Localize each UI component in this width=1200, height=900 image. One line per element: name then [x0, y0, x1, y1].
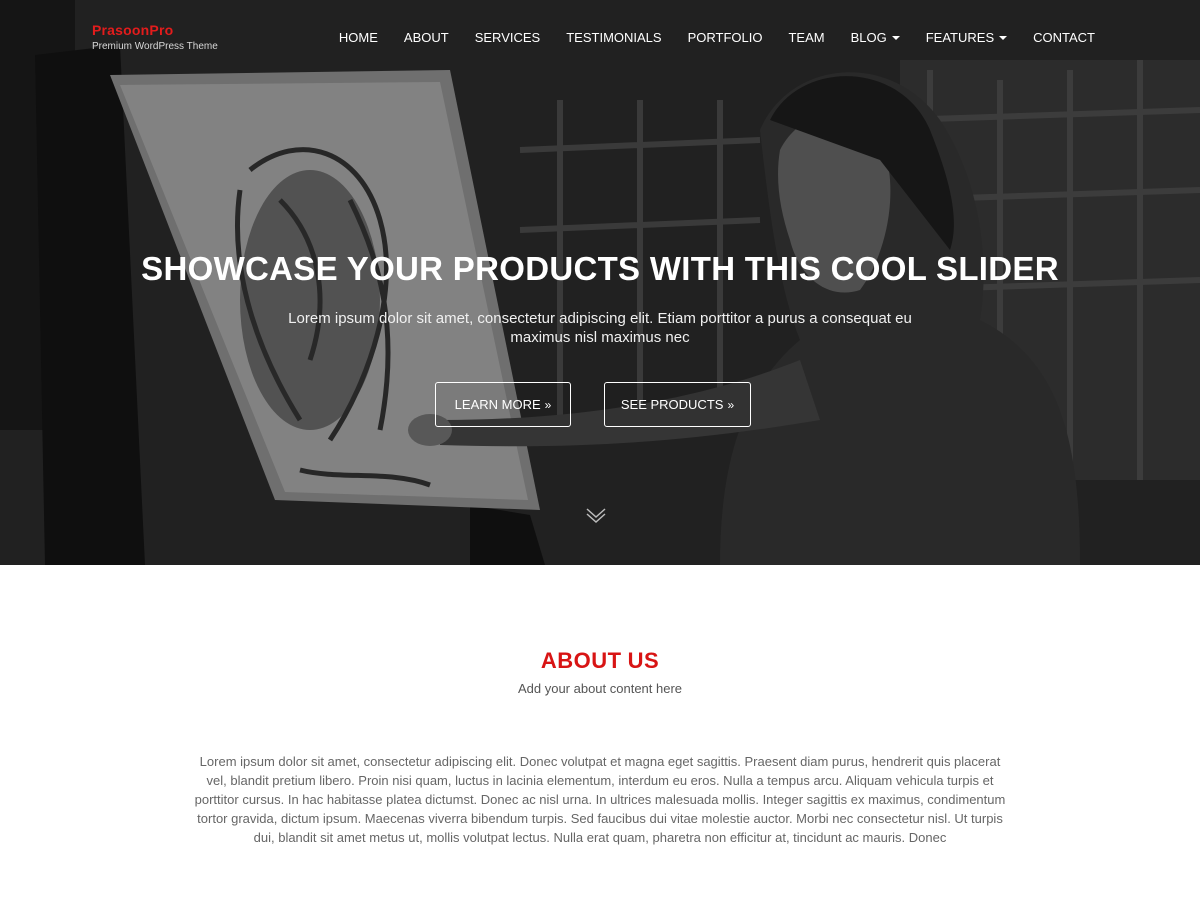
nav-item-label: SERVICES	[474, 30, 541, 45]
about-body-text: Lorem ipsum dolor sit amet, consectetur …	[194, 754, 1006, 845]
nav-item-about[interactable]: ABOUT	[404, 30, 449, 45]
site-name[interactable]: PrasoonPro	[92, 22, 218, 38]
about-heading-bold: ABOUT	[540, 648, 622, 673]
nav-item-testimonials[interactable]: TESTIMONIALS	[566, 30, 661, 45]
learn-more-label: LEARN MORE	[454, 397, 541, 412]
about-subtitle: Add your about content here	[517, 681, 683, 696]
nav-item-services[interactable]: SERVICES	[475, 30, 541, 45]
caret-down-icon	[891, 35, 900, 40]
hero-subtitle: Lorem ipsum dolor sit amet, consectetur …	[288, 310, 912, 346]
nav-item-label: FEATURES	[925, 30, 995, 45]
nav-item-label: TESTIMONIALS	[566, 30, 662, 45]
top-navbar: PrasoonPro Premium WordPress Theme HOME …	[0, 0, 1200, 78]
chevron-down-icon[interactable]	[584, 505, 608, 525]
nav-item-portfolio[interactable]: PORTFOLIO	[688, 30, 763, 45]
nav-item-label: HOME	[338, 30, 378, 45]
nav-item-label: BLOG	[850, 30, 887, 45]
nav-item-blog[interactable]: BLOG	[851, 30, 900, 45]
site-tagline: Premium WordPress Theme	[92, 41, 218, 52]
site-logo[interactable]: PrasoonPro Premium WordPress Theme	[92, 22, 218, 52]
hero-title: SHOWCASE YOUR PRODUCTS WITH THIS COOL SL…	[141, 250, 1059, 287]
double-chevron-right-icon: »	[727, 397, 735, 412]
see-products-button[interactable]: SEE PRODUCTS »	[604, 382, 751, 427]
nav-item-contact[interactable]: CONTACT	[1033, 30, 1095, 45]
hero-slider: PrasoonPro Premium WordPress Theme HOME …	[0, 0, 1200, 565]
about-heading: ABOUT US	[0, 648, 1200, 674]
nav-item-label: TEAM	[788, 30, 825, 45]
caret-down-icon	[999, 35, 1008, 40]
nav-item-label: ABOUT	[403, 30, 449, 45]
main-menu: HOME ABOUT SERVICES TESTIMONIALS PORTFOL…	[313, 30, 1095, 45]
see-products-label: SEE PRODUCTS	[620, 397, 724, 412]
double-chevron-right-icon: »	[544, 397, 552, 412]
about-heading-light: US	[627, 648, 660, 673]
nav-item-label: PORTFOLIO	[687, 30, 763, 45]
learn-more-button[interactable]: LEARN MORE »	[435, 382, 571, 427]
nav-item-features[interactable]: FEATURES	[925, 30, 1008, 45]
nav-item-home[interactable]: HOME	[339, 30, 378, 45]
nav-item-team[interactable]: TEAM	[788, 30, 824, 45]
nav-item-label: CONTACT	[1033, 30, 1095, 45]
